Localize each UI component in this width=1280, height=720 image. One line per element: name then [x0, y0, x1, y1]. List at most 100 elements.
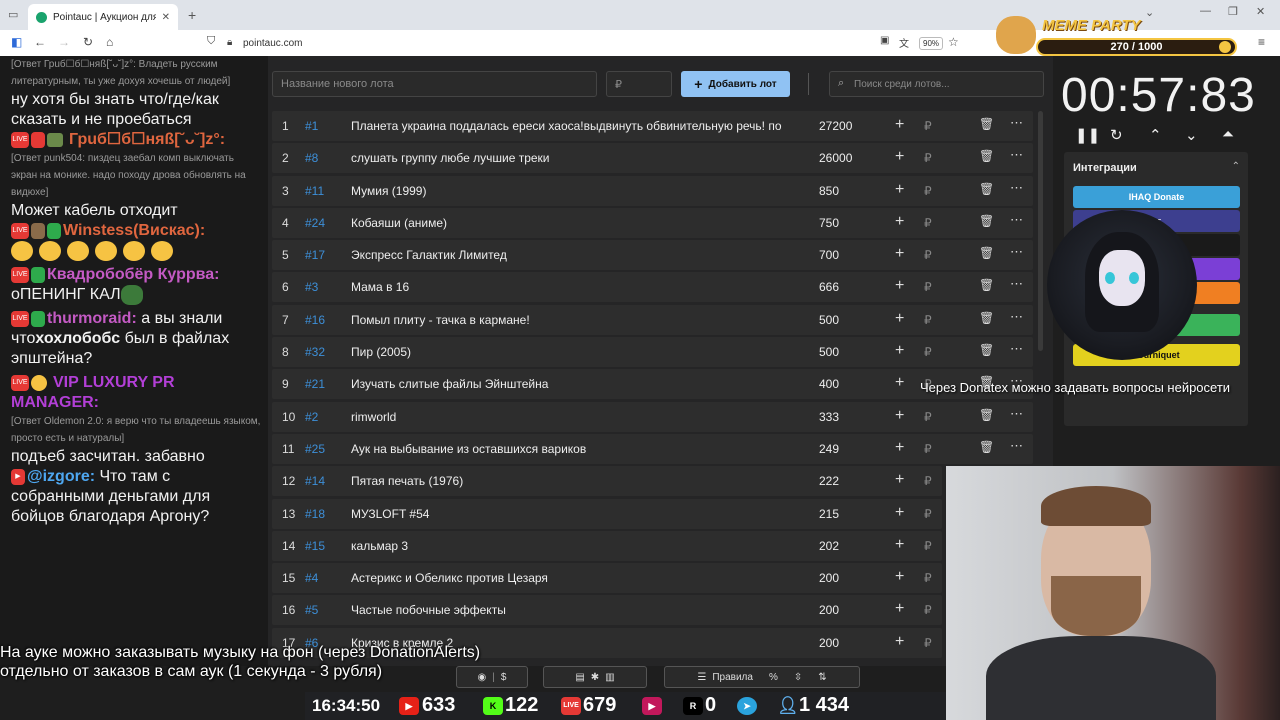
- lot-id[interactable]: #1: [305, 119, 318, 133]
- integration-button[interactable]: IHAQ Donate: [1073, 186, 1240, 208]
- lot-amount[interactable]: 26000: [819, 151, 852, 165]
- more-options-icon[interactable]: ⋯: [1010, 147, 1023, 163]
- lot-id[interactable]: #11: [305, 184, 324, 198]
- delete-lot-icon[interactable]: 🗑︎: [979, 311, 994, 325]
- new-tab-icon[interactable]: +: [188, 7, 196, 23]
- add-amount-icon[interactable]: +: [895, 471, 904, 489]
- lot-id[interactable]: #24: [305, 216, 325, 230]
- add-amount-icon[interactable]: +: [895, 116, 904, 134]
- add-amount-icon[interactable]: +: [895, 277, 904, 295]
- lot-row[interactable]: 11 #25 Аук на выбывание из оставшихся вари…: [272, 433, 1033, 464]
- tab-actions-icon[interactable]: ▭: [8, 8, 18, 21]
- add-amount-icon[interactable]: +: [895, 245, 904, 263]
- lot-row[interactable]: 1 #1 Планета украина поддалась ереси хаоса…: [272, 111, 1033, 141]
- lot-amount[interactable]: 222: [819, 474, 839, 488]
- lot-amount[interactable]: 500: [819, 345, 839, 359]
- lot-row[interactable]: 8 #32 Пир (2005) 500 + ₽ 🗑︎ ⋯: [272, 337, 1033, 368]
- browser-tab[interactable]: Pointauc | Аукцион для стрима ✕: [28, 4, 178, 30]
- add-amount-icon[interactable]: +: [895, 568, 904, 586]
- chat-username[interactable]: Квадробобёр Куррва:: [47, 266, 220, 283]
- pause-icon[interactable]: ❚❚: [1075, 126, 1100, 144]
- add-amount-icon[interactable]: +: [895, 407, 904, 425]
- add-amount-icon[interactable]: +: [895, 342, 904, 360]
- add-amount-icon[interactable]: +: [895, 213, 904, 231]
- time-down-icon[interactable]: ⌄: [1185, 126, 1198, 144]
- url-text[interactable]: pointauc.com: [243, 38, 302, 49]
- more-options-icon[interactable]: ⋯: [1010, 180, 1023, 196]
- delete-lot-icon[interactable]: 🗑︎: [979, 117, 994, 131]
- add-amount-icon[interactable]: +: [895, 181, 904, 199]
- add-amount-icon[interactable]: +: [895, 439, 904, 457]
- new-lot-price-input[interactable]: ₽: [606, 71, 672, 97]
- lot-id[interactable]: #2: [305, 410, 318, 424]
- reader-view-icon[interactable]: ▣: [880, 35, 889, 46]
- lot-amount[interactable]: 200: [819, 571, 839, 585]
- site-info-icon[interactable]: ⛉: [207, 35, 215, 48]
- more-options-icon[interactable]: ⋯: [1010, 244, 1023, 260]
- add-amount-icon[interactable]: +: [895, 536, 904, 554]
- lot-row[interactable]: 6 #3 Мама в 16 666 + ₽ 🗑︎ ⋯: [272, 272, 1033, 303]
- delete-lot-icon[interactable]: 🗑︎: [979, 149, 994, 163]
- lot-name[interactable]: Экспресс Галактик Лимитед: [351, 248, 791, 262]
- lot-name[interactable]: Изучать слитые файлы Эйнштейна: [351, 377, 791, 391]
- lot-amount[interactable]: 400: [819, 377, 839, 391]
- add-amount-icon[interactable]: +: [895, 148, 904, 166]
- lot-id[interactable]: #5: [305, 603, 318, 617]
- zoom-level[interactable]: 90%: [919, 37, 944, 50]
- lot-amount[interactable]: 700: [819, 248, 839, 262]
- lot-row[interactable]: 2 #8 слушать группу любе лучшие треки 26000…: [272, 143, 1033, 174]
- lot-search-input[interactable]: ⌕ Поиск среди лотов...: [829, 71, 1044, 97]
- tab-close-icon[interactable]: ✕: [162, 12, 170, 23]
- new-lot-name-input[interactable]: Название нового лота: [272, 71, 597, 97]
- lot-row[interactable]: 9 #21 Изучать слитые файлы Эйнштейна 400 + ₽ 🗑…: [272, 369, 1033, 400]
- reset-icon[interactable]: ↻: [1110, 126, 1123, 144]
- lot-list-scrollbar[interactable]: [1038, 111, 1043, 351]
- delete-lot-icon[interactable]: 🗑︎: [979, 343, 994, 357]
- chevron-up-icon[interactable]: ⌃: [1232, 161, 1240, 172]
- reload-icon[interactable]: ↻: [83, 35, 93, 49]
- lot-amount[interactable]: 333: [819, 410, 839, 424]
- chat-username[interactable]: @izgore:: [27, 468, 95, 485]
- delete-lot-icon[interactable]: 🗑︎: [979, 278, 994, 292]
- add-amount-icon[interactable]: +: [895, 504, 904, 522]
- lot-id[interactable]: #15: [305, 539, 325, 553]
- lot-name[interactable]: Помыл плиту - тачка в кармане!: [351, 313, 791, 327]
- lot-amount[interactable]: 249: [819, 442, 839, 456]
- bookmark-star-icon[interactable]: ☆: [948, 35, 959, 49]
- more-options-icon[interactable]: ⋯: [1010, 115, 1023, 131]
- lot-id[interactable]: #25: [305, 442, 325, 456]
- lot-row[interactable]: 15 #4 Астерикс и Обеликс против Цезаря 200 +…: [272, 563, 942, 594]
- lot-id[interactable]: #21: [305, 377, 325, 391]
- lot-name[interactable]: Пятая печать (1976): [351, 474, 791, 488]
- delete-lot-icon[interactable]: 🗑︎: [979, 408, 994, 422]
- lot-row[interactable]: 14 #15 кальмар 3 202 + ₽: [272, 530, 942, 561]
- more-options-icon[interactable]: ⋯: [1010, 438, 1023, 454]
- lot-row[interactable]: 4 #24 Кобаяши (аниме) 750 + ₽ 🗑︎ ⋯: [272, 207, 1033, 238]
- lot-amount[interactable]: 215: [819, 507, 839, 521]
- more-options-icon[interactable]: ⋯: [1010, 406, 1023, 422]
- lot-row[interactable]: 3 #11 Мумия (1999) 850 + ₽ 🗑︎ ⋯: [272, 175, 1033, 206]
- sidebar-icon[interactable]: ◧: [11, 35, 22, 49]
- lot-row[interactable]: 10 #2 rimworld 333 + ₽ 🗑︎ ⋯: [272, 401, 1033, 432]
- more-options-icon[interactable]: ⋯: [1010, 212, 1023, 228]
- add-amount-icon[interactable]: +: [895, 600, 904, 618]
- lot-amount[interactable]: 202: [819, 539, 839, 553]
- menu-icon[interactable]: ≡: [1258, 35, 1265, 49]
- chat-username[interactable]: Winstess(Вискас):: [63, 222, 205, 239]
- lot-name[interactable]: Мама в 16: [351, 280, 791, 294]
- lot-name[interactable]: Аук на выбывание из оставшихся вариков: [351, 442, 791, 456]
- chat-username[interactable]: thurmoraid:: [47, 310, 137, 327]
- lot-id[interactable]: #8: [305, 151, 318, 165]
- lot-row[interactable]: 5 #17 Экспресс Галактик Лимитед 700 + ₽ 🗑︎ ⋯: [272, 240, 1033, 271]
- lot-id[interactable]: #3: [305, 280, 318, 294]
- lot-id[interactable]: #18: [305, 507, 325, 521]
- more-options-icon[interactable]: ⋯: [1010, 341, 1023, 357]
- delete-lot-icon[interactable]: 🗑︎: [979, 440, 994, 454]
- lot-name[interactable]: Астерикс и Обеликс против Цезаря: [351, 571, 791, 585]
- add-amount-icon[interactable]: +: [895, 310, 904, 328]
- lot-name[interactable]: МУЗLOFT #54: [351, 507, 791, 521]
- time-up-icon[interactable]: ⌃: [1149, 126, 1162, 144]
- lot-id[interactable]: #17: [305, 248, 325, 262]
- lot-name[interactable]: слушать группу любе лучшие треки: [351, 151, 791, 165]
- lot-name[interactable]: Планета украина поддалась ереси хаоса!вы…: [351, 119, 791, 133]
